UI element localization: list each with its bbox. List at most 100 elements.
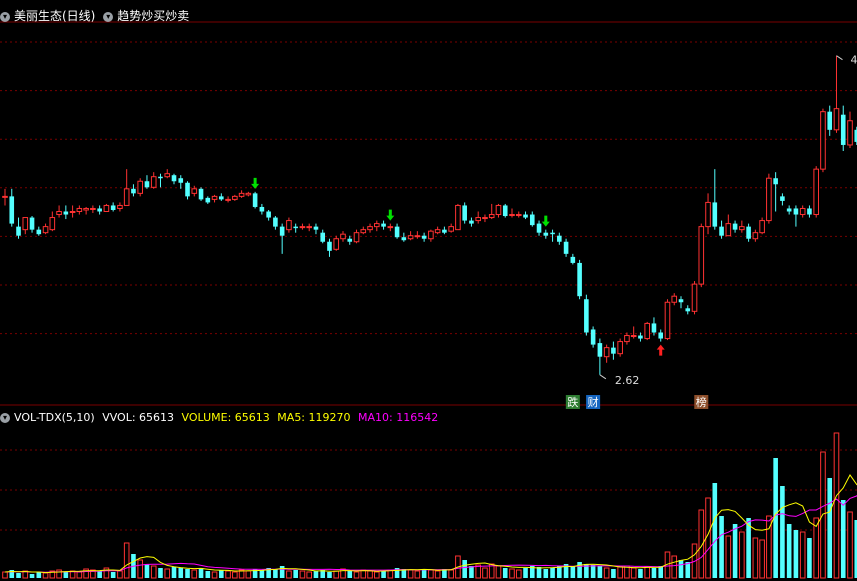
- candle-body: [353, 232, 360, 243]
- candle-body: [611, 347, 616, 354]
- volume-bar: [746, 518, 751, 578]
- volume-bar: [543, 569, 549, 578]
- candle-body: [773, 178, 778, 185]
- candle-body: [407, 235, 414, 240]
- candle-body: [347, 238, 353, 242]
- candle-body: [577, 262, 582, 297]
- sell-arrow-icon: [251, 177, 260, 189]
- candle-body: [847, 120, 853, 146]
- volume-bar: [617, 566, 623, 579]
- volume-bar: [63, 572, 69, 578]
- volume-bar: [347, 571, 353, 578]
- volume-bar: [2, 571, 8, 579]
- candle-body: [360, 229, 367, 234]
- indicator-name: 趋势炒买炒卖: [117, 9, 190, 23]
- candle-body: [624, 335, 630, 343]
- ma10-value: MA10: 116542: [358, 411, 439, 424]
- candle-body: [367, 226, 373, 231]
- candle-body: [469, 220, 474, 224]
- main-panel-header: ▾ 美丽生态(日线) ▾ 趋势炒买炒卖: [0, 9, 189, 23]
- candle-body: [482, 217, 488, 220]
- candle-body: [171, 175, 177, 182]
- candle-body: [793, 208, 799, 215]
- volume-bar: [570, 566, 576, 578]
- volume-bar: [780, 486, 785, 578]
- volume-bar: [840, 500, 846, 578]
- candle-body: [766, 177, 772, 222]
- candle-body: [83, 207, 89, 211]
- candle-body: [110, 205, 116, 210]
- volume-bar: [273, 569, 278, 578]
- volume-bar: [807, 538, 812, 578]
- candle-body: [488, 214, 495, 219]
- volume-bar: [211, 571, 218, 579]
- candle-body: [678, 299, 684, 303]
- volume-bar: [638, 569, 643, 578]
- candle-body: [150, 176, 157, 188]
- volume-bar: [259, 570, 265, 578]
- candle-body: [644, 322, 651, 340]
- candle-body: [211, 195, 218, 200]
- candle-body: [374, 223, 380, 228]
- candle-body: [442, 229, 447, 233]
- candle-body: [49, 217, 56, 231]
- candle-body: [185, 182, 190, 197]
- candle-body: [252, 193, 258, 207]
- volume-bar: [671, 555, 678, 579]
- volume-bar: [550, 568, 555, 578]
- volume-bar: [286, 570, 292, 579]
- volume-bar: [557, 566, 562, 578]
- volume-bar: [833, 432, 840, 579]
- candle-body: [543, 232, 549, 236]
- volume-bar: [327, 572, 332, 578]
- candle-body: [529, 214, 535, 226]
- volume-bar: [293, 570, 298, 578]
- panel-menu-icon[interactable]: ▾: [0, 11, 10, 22]
- candle-body: [225, 198, 231, 201]
- candle-body: [137, 180, 143, 194]
- candle-body: [306, 226, 312, 229]
- candle-body: [563, 241, 569, 254]
- volume-bar: [171, 567, 177, 578]
- volume-bar: [421, 569, 427, 578]
- candle-body: [198, 188, 204, 200]
- volume-bar: [353, 571, 360, 579]
- volume-bar: [299, 570, 306, 579]
- volume-bar: [502, 568, 508, 578]
- volume-bar: [651, 568, 657, 578]
- candle-body: [90, 207, 96, 210]
- volume-bar: [658, 566, 664, 578]
- stock-chart[interactable]: 4.732.62跌财榜涨定: [0, 0, 857, 581]
- candle-body: [705, 201, 711, 228]
- candle-body: [273, 217, 278, 227]
- candle-body: [462, 205, 467, 221]
- candle-body: [279, 226, 285, 236]
- candle-body: [651, 323, 657, 333]
- indicator-menu-icon[interactable]: ▾: [103, 11, 114, 22]
- volume-menu-icon[interactable]: ▾: [0, 413, 10, 423]
- candle-body: [434, 229, 441, 234]
- volume-bar: [232, 571, 238, 579]
- volume-bar: [611, 569, 616, 578]
- candle-body: [475, 217, 481, 222]
- volume-bar: [117, 570, 123, 579]
- ma5-value: MA5: 119270: [277, 411, 351, 424]
- volume-bar: [16, 573, 21, 578]
- volume-bar: [434, 570, 441, 579]
- candle-body: [293, 226, 298, 229]
- candle-body: [219, 196, 224, 200]
- candle-body: [515, 214, 522, 217]
- buy-arrow-icon: [656, 344, 665, 356]
- candle-body: [590, 329, 596, 345]
- candle-body: [36, 229, 42, 235]
- candle-body: [523, 214, 528, 218]
- candle-body: [327, 241, 332, 251]
- volume-bar: [752, 537, 759, 579]
- sell-arrow-icon: [386, 209, 395, 221]
- volume-bar: [793, 530, 799, 578]
- volume-panel-header: ▾ VOL-TDX(5,10) VVOL: 65613 VOLUME: 65613…: [0, 411, 438, 425]
- candle-body: [63, 211, 69, 215]
- candle-body: [833, 108, 840, 131]
- candle-body: [658, 332, 664, 339]
- candle-body: [557, 235, 562, 242]
